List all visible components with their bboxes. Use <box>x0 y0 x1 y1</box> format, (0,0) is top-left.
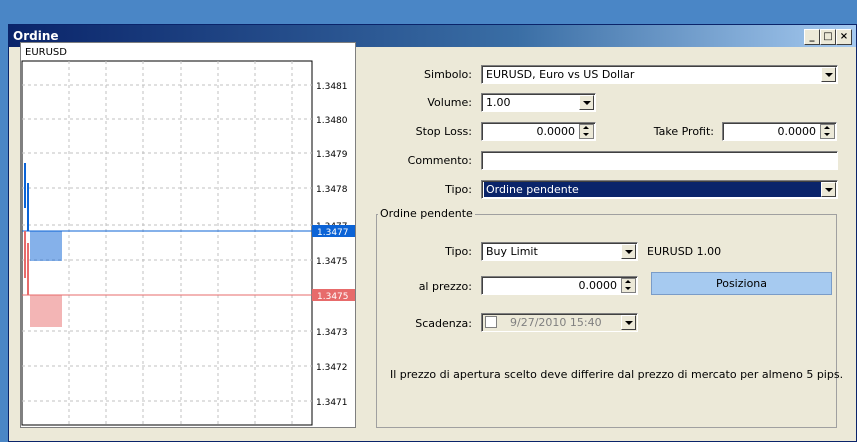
volume-value: 1.00 <box>486 96 511 109</box>
take-profit-value: 0.0000 <box>777 125 817 138</box>
stop-loss-value: 0.0000 <box>536 125 576 138</box>
chevron-down-icon[interactable] <box>821 67 836 82</box>
take-profit-label: Take Profit: <box>653 125 714 138</box>
chevron-down-icon[interactable] <box>621 244 636 259</box>
volume-select[interactable]: 1.00 <box>481 93 596 112</box>
simbolo-select[interactable]: EURUSD, Euro vs US Dollar <box>481 65 838 84</box>
scadenza-value: 9/27/2010 15:40 <box>510 316 602 329</box>
prezzo-label: al prezzo: <box>418 280 472 293</box>
pending-tipo-label: Tipo: <box>445 245 472 258</box>
commento-label: Commento: <box>407 154 472 167</box>
prezzo-input[interactable]: 0.0000 <box>481 276 638 295</box>
pending-info: EURUSD 1.00 <box>647 245 722 258</box>
chevron-down-icon[interactable] <box>579 95 594 110</box>
scadenza-input[interactable]: 9/27/2010 15:40 <box>481 313 638 332</box>
ask-label: 1.3477 <box>317 228 349 238</box>
plot-area <box>21 60 313 426</box>
scadenza-checkbox[interactable] <box>485 316 497 328</box>
tick-chart: EURUSD 1.3481 1.3480 1.3479 1.3478 1.3477 1.34… <box>20 42 356 428</box>
tipo-select[interactable]: Ordine pendente <box>481 180 838 199</box>
price-tick-label: 1.3471 <box>316 398 348 408</box>
tipo-value: Ordine pendente <box>484 182 823 197</box>
price-tick-label: 1.3472 <box>316 363 348 373</box>
window-title: Ordine <box>13 29 59 43</box>
stop-loss-input[interactable]: 0.0000 <box>481 122 596 141</box>
take-profit-spinner[interactable] <box>820 124 835 139</box>
close-icon[interactable]: × <box>836 29 852 45</box>
pending-tipo-select[interactable]: Buy Limit <box>481 242 638 261</box>
simbolo-value: EURUSD, Euro vs US Dollar <box>486 68 635 81</box>
stop-loss-label: Stop Loss: <box>415 125 472 138</box>
minimize-icon[interactable]: _ <box>804 29 820 45</box>
price-tick-label: 1.3475 <box>316 257 348 267</box>
price-tick-label: 1.3478 <box>316 185 348 195</box>
price-tick-label: 1.3479 <box>316 150 348 160</box>
bid-label: 1.3475 <box>317 292 349 302</box>
chevron-down-icon[interactable] <box>821 182 836 197</box>
pending-order-title: Ordine pendente <box>378 207 475 220</box>
maximize-icon[interactable]: □ <box>820 29 836 45</box>
posiziona-button[interactable]: Posiziona <box>651 272 832 295</box>
tipo-label: Tipo: <box>445 183 472 196</box>
price-tick-label: 1.3480 <box>316 116 348 126</box>
stop-loss-spinner[interactable] <box>579 124 594 139</box>
pending-tipo-value: Buy Limit <box>486 245 538 258</box>
commento-input[interactable] <box>481 151 838 170</box>
chart-symbol: EURUSD <box>25 47 67 58</box>
pending-note: Il prezzo di apertura scelto deve differ… <box>390 368 844 381</box>
prezzo-value: 0.0000 <box>578 279 618 292</box>
tick-chart-svg: EURUSD 1.3481 1.3480 1.3479 1.3478 1.3477 1.34… <box>21 47 355 426</box>
price-tick-label: 1.3473 <box>316 328 348 338</box>
simbolo-label: Simbolo: <box>424 68 472 81</box>
volume-label: Volume: <box>427 96 472 109</box>
prezzo-spinner[interactable] <box>621 278 636 293</box>
take-profit-input[interactable]: 0.0000 <box>722 122 837 141</box>
scadenza-label: Scadenza: <box>415 317 472 330</box>
price-tick-label: 1.3481 <box>316 82 348 92</box>
chevron-down-icon[interactable] <box>621 315 636 330</box>
